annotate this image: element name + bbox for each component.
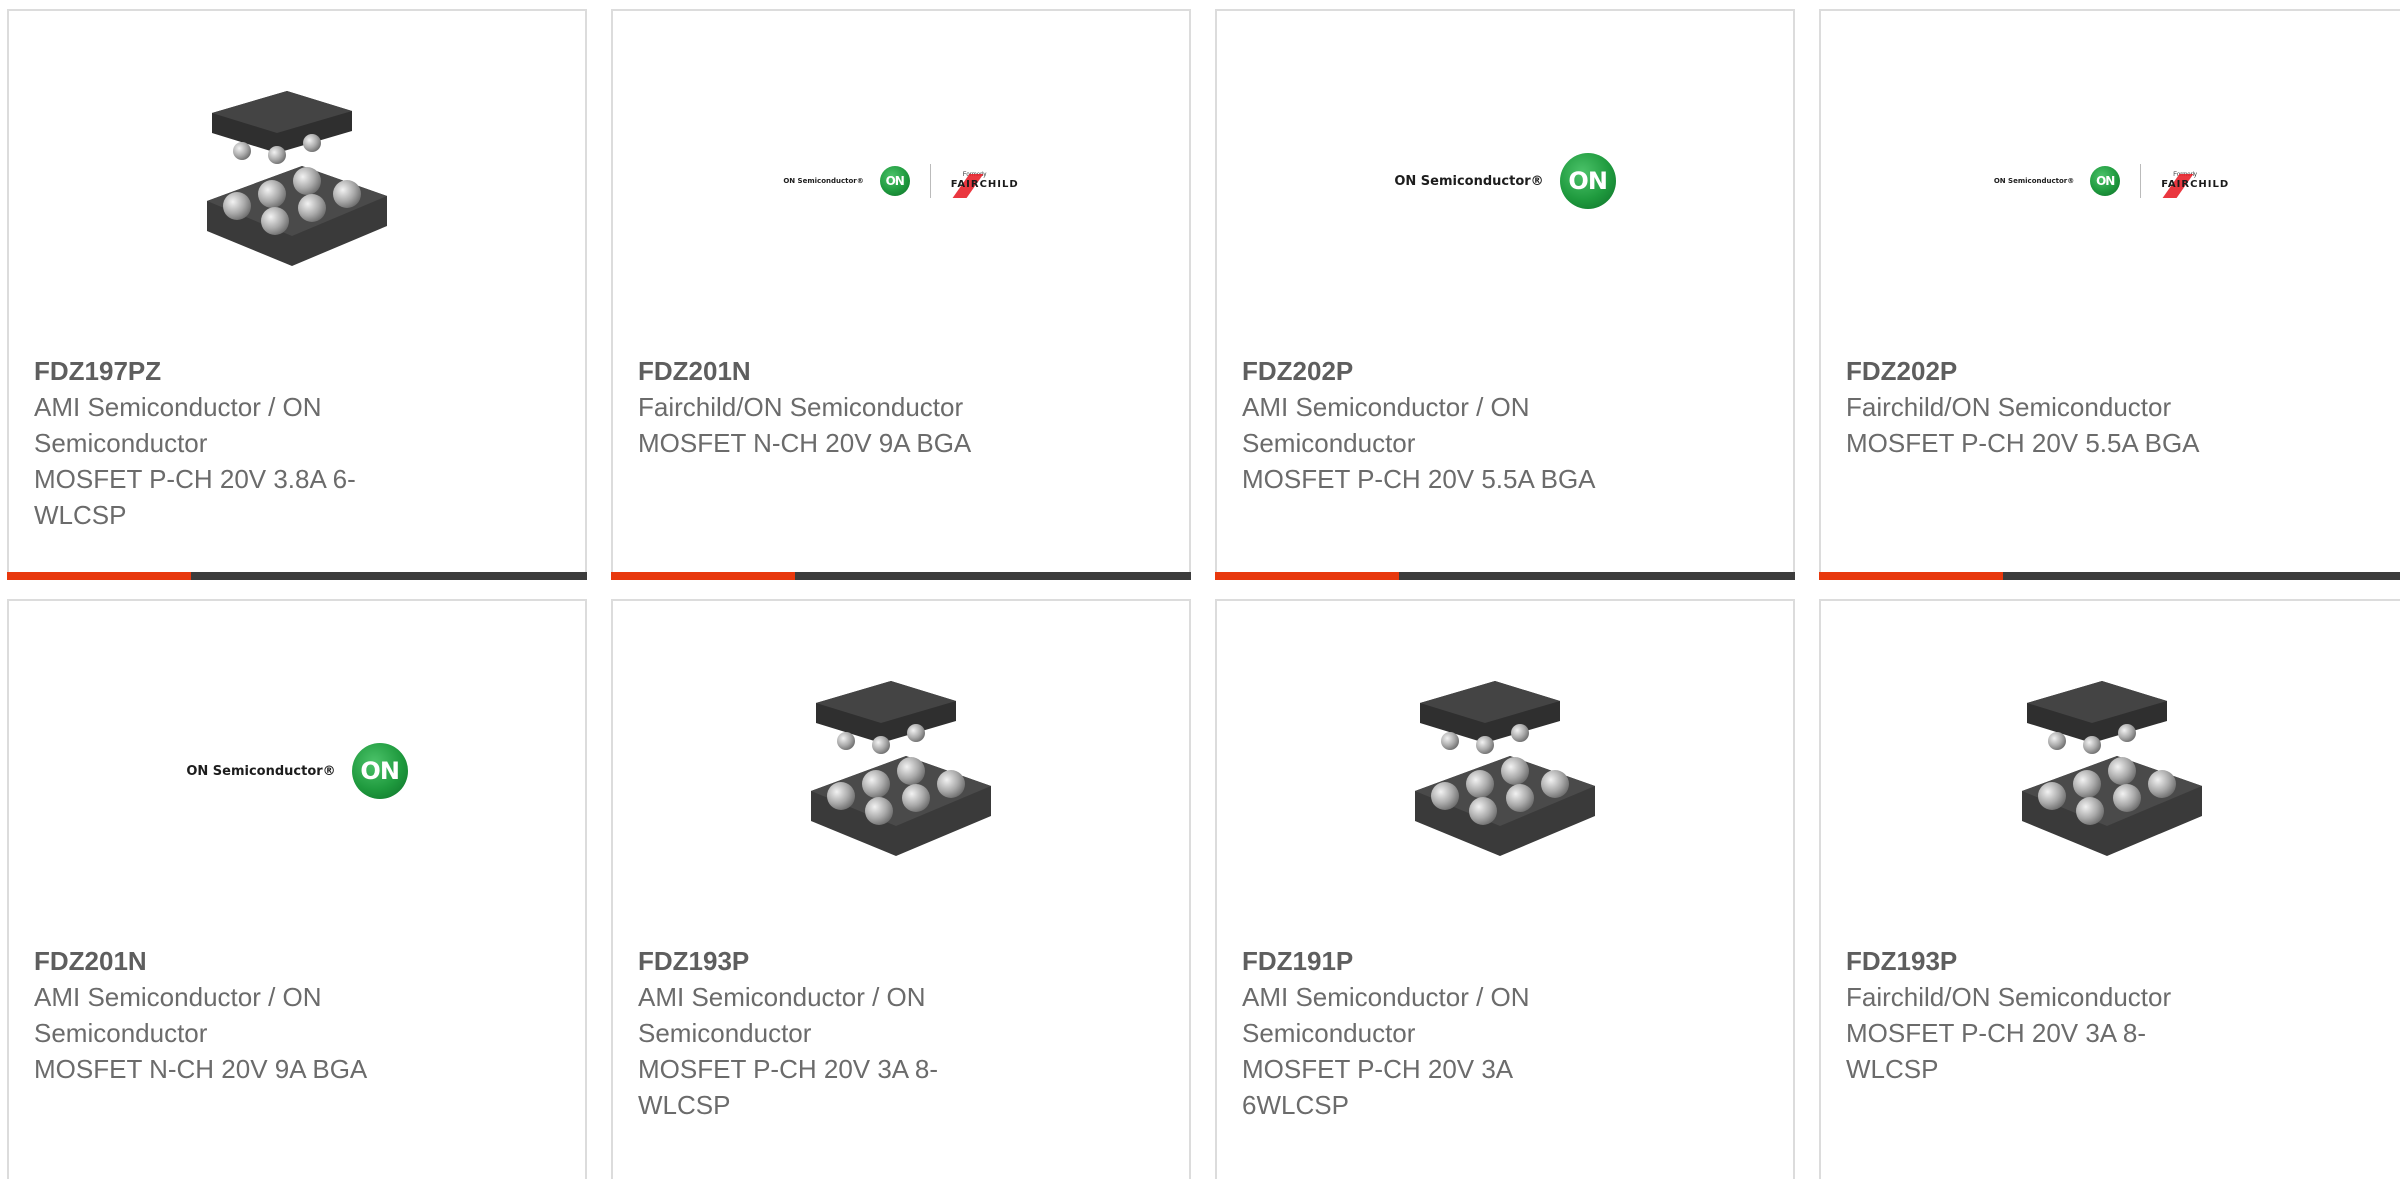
- on-logo-icon: ON: [2090, 166, 2121, 196]
- chip-package-icon: [811, 681, 991, 856]
- on-semiconductor-logo: ON Semiconductor® ON: [186, 743, 408, 799]
- on-semiconductor-logo: ON Semiconductor® ON: [1394, 153, 1616, 209]
- manufacturer: AMI Semiconductor / ON Semiconductor: [1242, 982, 1530, 1048]
- description: MOSFET P-CH 20V 3A 8-WLCSP: [638, 1054, 939, 1120]
- part-number[interactable]: FDZ193P: [1846, 943, 2226, 979]
- product-card[interactable]: ON Semiconductor® ON FDZ202P AMI Semicon…: [1215, 9, 1795, 580]
- accent-bar: [7, 572, 191, 580]
- on-logo-text: ON Semiconductor®: [783, 177, 864, 185]
- part-number[interactable]: FDZ193P: [638, 943, 1018, 979]
- chip-package-icon: [2021, 681, 2202, 856]
- part-number[interactable]: FDZ202P: [1242, 353, 1622, 389]
- product-image[interactable]: [1217, 671, 1793, 871]
- on-logo-icon: ON: [1559, 153, 1616, 209]
- part-number[interactable]: FDZ191P: [1242, 943, 1622, 979]
- product-card[interactable]: FDZ193P AMI Semiconductor / ON Semicondu…: [611, 599, 1191, 1179]
- logo-divider: [2140, 164, 2142, 198]
- product-card[interactable]: ON Semiconductor® ON FDZ201N AMI Semicon…: [7, 599, 587, 1179]
- card-bottom-bar: [1819, 572, 2400, 580]
- fairchild-logo: Formerly FAIRCHILD: [950, 172, 1019, 198]
- manufacturer: AMI Semiconductor / ON Semiconductor: [34, 982, 322, 1048]
- description: MOSFET P-CH 20V 5.5A BGA: [1846, 428, 2200, 458]
- description: MOSFET P-CH 20V 5.5A BGA: [1242, 464, 1596, 494]
- product-image[interactable]: [9, 81, 585, 281]
- accent-bar: [611, 572, 795, 580]
- part-number[interactable]: FDZ201N: [638, 353, 1018, 389]
- product-card[interactable]: ON Semiconductor® ON Formerly FAIRCHILD …: [1819, 9, 2400, 580]
- on-logo-icon: ON: [351, 743, 408, 799]
- part-number[interactable]: FDZ197PZ: [34, 353, 414, 389]
- product-card[interactable]: ON Semiconductor® ON Formerly FAIRCHILD …: [611, 9, 1191, 580]
- description: MOSFET N-CH 20V 9A BGA: [638, 428, 972, 458]
- accent-bar: [1215, 572, 1399, 580]
- on-fairchild-logo: ON Semiconductor® ON Formerly FAIRCHILD: [783, 164, 1018, 198]
- part-number[interactable]: FDZ201N: [34, 943, 414, 979]
- on-logo-text: ON Semiconductor®: [1394, 173, 1544, 189]
- card-bottom-bar: [1215, 572, 1795, 580]
- product-image[interactable]: [1821, 671, 2400, 871]
- manufacturer: AMI Semiconductor / ON Semiconductor: [638, 982, 926, 1048]
- fairchild-wordmark: FAIRCHILD: [950, 174, 1019, 198]
- product-image[interactable]: ON Semiconductor® ON: [9, 671, 585, 871]
- description: MOSFET P-CH 20V 3A 6WLCSP: [1242, 1054, 1512, 1120]
- part-number[interactable]: FDZ202P: [1846, 353, 2226, 389]
- on-fairchild-logo: ON Semiconductor® ON Formerly FAIRCHILD: [1994, 164, 2229, 198]
- fairchild-wordmark: FAIRCHILD: [2161, 174, 2230, 198]
- manufacturer: Fairchild/ON Semiconductor: [1846, 982, 2172, 1012]
- chip-package-icon: [1415, 681, 1595, 856]
- manufacturer: AMI Semiconductor / ON Semiconductor: [1242, 392, 1530, 458]
- on-logo-icon: ON: [879, 166, 910, 196]
- product-card[interactable]: FDZ193P Fairchild/ON Semiconductor MOSFE…: [1819, 599, 2400, 1179]
- on-logo-text: ON Semiconductor®: [186, 763, 336, 779]
- on-logo-text: ON Semiconductor®: [1993, 177, 2075, 185]
- manufacturer: AMI Semiconductor / ON Semiconductor: [34, 392, 322, 458]
- logo-divider: [929, 164, 931, 198]
- product-grid: FDZ197PZ AMI Semiconductor / ON Semicond…: [0, 0, 2400, 1179]
- fairchild-text: FAIRCHILD: [2161, 179, 2230, 190]
- description: MOSFET N-CH 20V 9A BGA: [34, 1054, 368, 1084]
- product-card[interactable]: FDZ191P AMI Semiconductor / ON Semicondu…: [1215, 599, 1795, 1179]
- product-image[interactable]: ON Semiconductor® ON Formerly FAIRCHILD: [1821, 81, 2400, 281]
- card-bottom-bar: [7, 572, 587, 580]
- description: MOSFET P-CH 20V 3.8A 6-WLCSP: [34, 464, 356, 530]
- fairchild-text: FAIRCHILD: [950, 179, 1019, 190]
- card-bottom-bar: [611, 572, 1191, 580]
- manufacturer: Fairchild/ON Semiconductor: [638, 392, 964, 422]
- accent-bar: [1819, 572, 2003, 580]
- product-image[interactable]: ON Semiconductor® ON: [1217, 81, 1793, 281]
- product-image[interactable]: [613, 671, 1189, 871]
- product-image[interactable]: ON Semiconductor® ON Formerly FAIRCHILD: [613, 81, 1189, 281]
- manufacturer: Fairchild/ON Semiconductor: [1846, 392, 2172, 422]
- product-card[interactable]: FDZ197PZ AMI Semiconductor / ON Semicond…: [7, 9, 587, 580]
- fairchild-logo: Formerly FAIRCHILD: [2161, 172, 2230, 198]
- chip-package-icon: [207, 91, 387, 266]
- description: MOSFET P-CH 20V 3A 8-WLCSP: [1846, 1018, 2147, 1084]
